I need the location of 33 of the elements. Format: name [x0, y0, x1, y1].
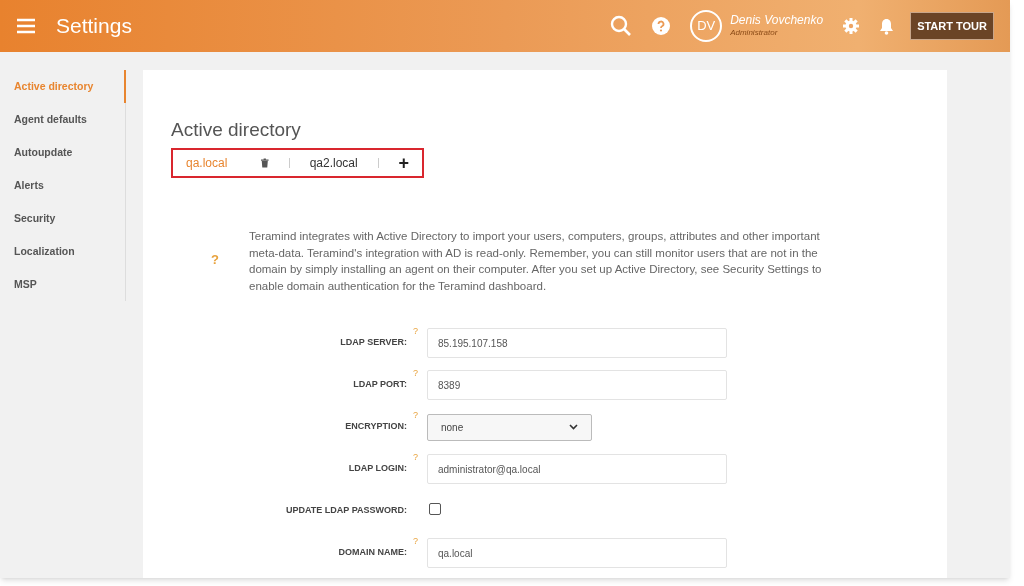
chevron-down-icon — [569, 424, 578, 430]
bell-icon[interactable] — [879, 17, 895, 35]
text-field[interactable]: qa.local — [427, 538, 727, 568]
field-label: UPDATE LDAP PASSWORD: — [285, 504, 407, 518]
sidebar-item[interactable]: MSP — [0, 268, 125, 301]
search-icon[interactable] — [610, 15, 633, 37]
checkbox[interactable] — [429, 503, 441, 515]
sidebar-item[interactable]: Alerts — [0, 169, 125, 202]
trash-icon[interactable] — [261, 157, 269, 169]
text-field[interactable]: 85.195.107.158 — [427, 328, 727, 358]
info-paragraph: Teramind integrates with Active Directory to import your users, computers, groups, attributes and other important meta-data. Teramind's integration with AD is read-only. Remember, you can still monitor users that are not in the domain by simply installing an agent on their computer. After you set up Active Directory, see Security Settings to enable domain authentication for the Teramind dashboard. — [249, 229, 823, 294]
text-field[interactable]: 8389 — [427, 370, 727, 400]
gear-icon[interactable] — [843, 18, 860, 34]
text-field[interactable]: administrator@qa.local — [427, 454, 727, 484]
sidebar-item[interactable]: Localization — [0, 235, 125, 268]
field-label: ENCRYPTION: — [344, 420, 407, 434]
field-label: DOMAIN NAME: — [337, 546, 407, 560]
field-label: LDAP SERVER: — [339, 336, 407, 350]
dropdown[interactable]: none — [427, 413, 592, 441]
menu-icon[interactable] — [16, 18, 36, 34]
help-icon[interactable] — [652, 17, 671, 35]
start-tour-button[interactable]: START TOUR — [910, 12, 994, 40]
sidebar-item[interactable]: Security — [0, 202, 125, 235]
user-role: Administrator — [730, 27, 779, 39]
section-heading: Active directory — [171, 118, 302, 142]
domain-tab[interactable]: qa2.local — [309, 154, 358, 172]
field-label: LDAP LOGIN: — [347, 462, 407, 476]
add-domain-button[interactable]: + — [398, 154, 409, 172]
field-label: LDAP PORT: — [352, 378, 407, 392]
user-name: Denis Vovchenko — [730, 13, 824, 27]
sidebar-item[interactable]: Autoupdate — [0, 136, 125, 169]
page-heading: Settings — [56, 13, 132, 40]
sidebar-item[interactable]: Agent defaults — [0, 103, 125, 136]
